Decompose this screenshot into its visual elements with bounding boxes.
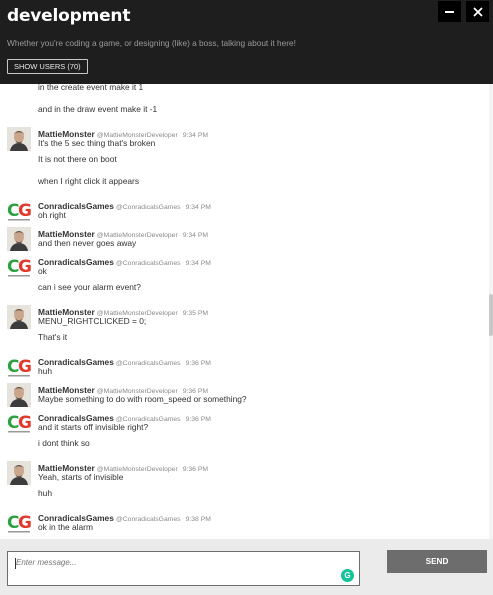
message-text: It's the 5 sec thing that's broken (38, 138, 156, 148)
message-time[interactable]: 9:35 PM (183, 310, 208, 317)
message-text: and in the draw event make it -1 (38, 104, 158, 114)
close-icon (472, 6, 483, 17)
minimize-icon (445, 11, 454, 13)
message-input[interactable] (16, 558, 316, 567)
avatar[interactable]: CG (7, 511, 31, 535)
conradicalsgames-avatar-art: CG (7, 255, 31, 279)
message-time[interactable]: 9:36 PM (186, 360, 211, 367)
message-text: ok in the alarm (38, 522, 93, 532)
message-text: i dont think so (38, 438, 90, 448)
svg-text:G: G (18, 413, 31, 433)
message-scrollbar[interactable] (489, 84, 493, 539)
minimize-button[interactable] (438, 1, 461, 22)
room-header: development Whether you're coding a game… (0, 0, 493, 84)
grammarly-icon[interactable]: G (341, 569, 354, 582)
message-text: huh (38, 488, 52, 498)
message-text: and then never goes away (38, 238, 137, 248)
sender-handle: @ConradicalsGames (115, 516, 181, 523)
send-button[interactable]: SEND (387, 550, 487, 573)
message-time[interactable]: 9:36 PM (186, 416, 211, 423)
conradicalsgames-avatar-art: CG (7, 199, 31, 223)
message-text: in the create event make it 1 (38, 84, 144, 92)
conradicalsgames-avatar-art: CG (7, 511, 31, 535)
message-time[interactable]: 9:34 PM (183, 132, 208, 139)
sender-handle: @ConradicalsGames (115, 204, 181, 211)
composer: G SEND (0, 539, 493, 595)
sender-handle: @ConradicalsGames (115, 260, 181, 267)
mattiemonster-avatar-art (7, 461, 31, 485)
message-text: when I right click it appears (38, 176, 140, 186)
avatar[interactable] (7, 127, 31, 151)
svg-text:G: G (18, 257, 31, 277)
message-text: Maybe something to do with room_speed or… (38, 394, 247, 404)
message-sender: ConradicalsGames @ConradicalsGames 9:34 PM (38, 255, 211, 269)
message-text: and it starts off invisible right? (38, 422, 149, 432)
avatar[interactable]: CG (7, 411, 31, 435)
message-text: can i see your alarm event? (38, 282, 141, 292)
mattiemonster-avatar-art (7, 383, 31, 407)
message-item: C G ConradicalsGames @ConradicalsGames 9:36 … (7, 355, 477, 381)
avatar[interactable]: CG (7, 355, 31, 379)
message-text: It is not there on boot (38, 154, 117, 164)
room-topic: Whether you're coding a game, or designi… (7, 38, 296, 48)
avatar[interactable] (7, 383, 31, 407)
conradicalsgames-avatar-art: CG (7, 355, 31, 379)
message-time[interactable]: 9:34 PM (186, 204, 211, 211)
scrollbar-thumb[interactable] (489, 294, 493, 336)
mattiemonster-avatar-art (7, 305, 31, 329)
show-users-button[interactable]: SHOW USERS (70) (7, 59, 88, 74)
avatar[interactable]: CG (7, 255, 31, 279)
message-text: That's it (38, 332, 68, 342)
message-time[interactable]: 9:38 PM (186, 516, 211, 523)
avatar[interactable] (7, 227, 31, 251)
message-item: C G ConradicalsGames @ConradicalsGames 9:34 … (7, 255, 477, 281)
message-text: Yeah, starts of invisible (38, 472, 124, 482)
sender-name[interactable]: ConradicalsGames (38, 257, 114, 267)
message-time[interactable]: 9:34 PM (183, 232, 208, 239)
close-button[interactable] (466, 1, 489, 22)
svg-text:G: G (18, 357, 31, 377)
message-sender: ConradicalsGames @ConradicalsGames 9:36 PM (38, 355, 211, 369)
svg-text:G: G (18, 513, 31, 533)
message-input-box[interactable]: G (7, 551, 360, 586)
message-time[interactable]: 9:34 PM (186, 260, 211, 267)
message-text: ok (38, 266, 47, 276)
conradicalsgames-avatar-art: CG (7, 411, 31, 435)
message-text: MENU_RIGHTCLICKED = 0; (38, 316, 147, 326)
message-text: oh right (38, 210, 66, 220)
avatar[interactable]: CG (7, 199, 31, 223)
sender-handle: @ConradicalsGames (115, 360, 181, 367)
mattiemonster-avatar-art (7, 227, 31, 251)
room-title: development (7, 6, 131, 26)
message-time[interactable]: 9:36 PM (183, 466, 208, 473)
svg-text:G: G (18, 201, 31, 221)
mattiemonster-avatar-art (7, 127, 31, 151)
message-text: huh (38, 366, 52, 376)
message-list[interactable]: in the create event make it 1 and in the … (0, 84, 493, 539)
avatar[interactable] (7, 461, 31, 485)
avatar[interactable] (7, 305, 31, 329)
message-item: C G ConradicalsGames @ConradicalsGames 9:34 … (7, 199, 477, 225)
